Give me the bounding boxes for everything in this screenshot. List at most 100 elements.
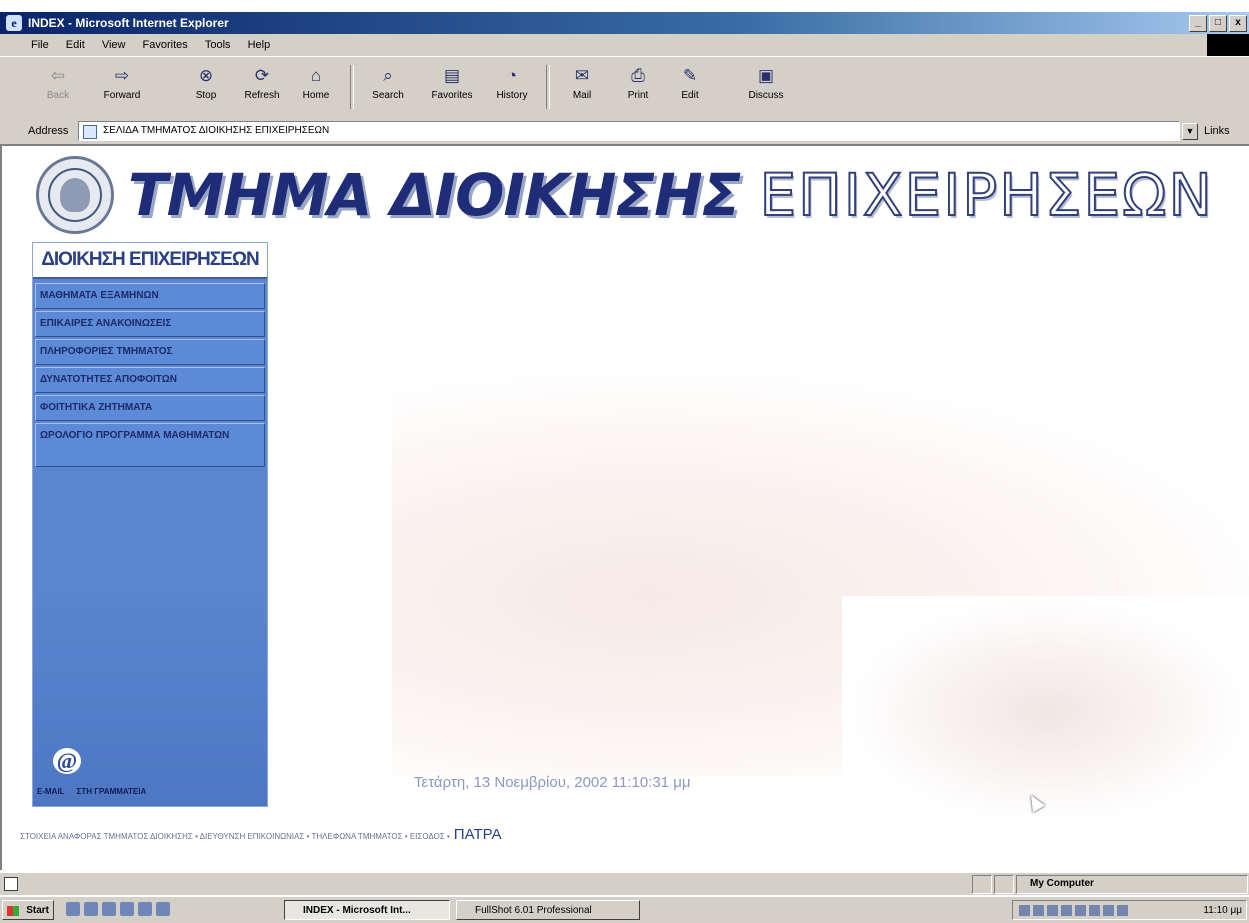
sidebar-item-courses[interactable]: ΜΑΘΗΜΑΤΑ ΕΞΑΜΗΝΩΝ [35,283,265,309]
status-bar: My Computer [0,872,1249,895]
back-label: Back [46,90,70,101]
sidebar-item-graduates[interactable]: ΔΥΝΑΤΟΤΗΤΕΣ ΑΠΟΦΟΙΤΩΝ [35,367,265,393]
minimize-button[interactable]: _ [1189,15,1207,32]
refresh-icon: ⟳ [254,66,270,85]
status-panel [994,875,1014,894]
favorites-button[interactable]: ▤ Favorites [426,63,478,113]
mail-icon: ✉ [574,66,590,85]
windows-flag-icon [7,906,19,916]
menu-view[interactable]: View [95,34,133,56]
sidebar-item-announcements[interactable]: ΕΠΙΚΑΙΡΕΣ ΑΝΑΚΟΙΝΩΣΕΙΣ [35,311,265,337]
history-button[interactable]: ◔ History [486,63,538,113]
quick-launch-icon[interactable] [84,902,98,916]
menu-tools[interactable]: Tools [198,34,238,56]
close-button[interactable]: x [1229,15,1247,32]
edit-button[interactable]: ✎ Edit [664,63,716,113]
refresh-button[interactable]: ⟳ Refresh [236,63,288,113]
links-button[interactable]: Links [1204,118,1230,144]
toolbar: ⇦ Back ⇨ Forward ⊗ Stop ⟳ Refresh ⌂ Home… [0,56,1249,120]
forward-button[interactable]: ⇨ Forward [96,63,148,113]
footer-city: ΠΑΤΡΑ [453,826,502,843]
page-status-icon [4,877,18,891]
university-seal-logo [36,156,114,234]
print-label: Print [627,90,649,101]
status-panel [972,875,992,894]
stop-icon: ⊗ [198,66,214,85]
mail-label: Mail [572,90,592,101]
back-button[interactable]: ⇦ Back [32,63,84,113]
zone-text: My Computer [1030,878,1094,889]
address-input[interactable]: ΣΕΛΙΔΑ ΤΜΗΜΑΤΟΣ ΔΙΟΙΚΗΣΗΣ ΕΠΙΧΕΙΡΗΣΕΩΝ [78,121,1180,141]
home-label: Home [302,90,330,101]
start-button[interactable]: Start [2,900,54,920]
quick-launch-icon[interactable] [66,902,80,916]
discuss-button[interactable]: ▣ Discuss [740,63,792,113]
toolbar-separator [350,65,354,109]
stop-label: Stop [195,90,217,101]
forward-label: Forward [103,90,141,101]
quick-launch-icon[interactable] [156,902,170,916]
tray-icon[interactable] [1103,905,1114,916]
quick-launch [66,902,170,916]
footer-links: ΣΤΟΙΧΕΙΑ ΑΝΑΦΟΡΑΣ ΤΜΗΜΑΤΟΣ ΔΙΟΙΚΗΣΗΣ • Δ… [20,826,502,843]
search-button[interactable]: ⌕ Search [362,63,414,113]
menu-file[interactable]: File [24,34,56,56]
edit-icon: ✎ [682,66,698,85]
background-watermark [842,596,1249,826]
email-label: E-MAIL [37,787,65,796]
email-link[interactable]: E-MAIL ΣΤΗ ΓΡΑΜΜΑΤΕΙΑ [37,787,158,796]
toolbar-separator [546,65,550,109]
mail-button[interactable]: ✉ Mail [556,63,608,113]
quick-launch-icon[interactable] [102,902,116,916]
tray-icon[interactable] [1019,905,1030,916]
tray-icon[interactable] [1061,905,1072,916]
menu-bar: File Edit View Favorites Tools Help [0,34,1249,56]
sidebar-item-timetable[interactable]: ΩΡΟΛΟΓΙΟ ΠΡΟΓΡΑΜΜΑ ΜΑΘΗΜΑΤΩΝ [35,423,265,467]
search-icon: ⌕ [383,66,393,85]
date-time: Τετάρτη, 13 Νοεμβρίου, 2002 11:10:31 μμ [414,774,691,791]
address-label: Address [28,125,69,137]
menu-favorites[interactable]: Favorites [136,34,195,56]
printer-icon: ⎙ [631,66,645,85]
window-titlebar: e INDEX - Microsoft Internet Explorer _ … [0,12,1249,34]
tray-icon[interactable] [1033,905,1044,916]
window-title: INDEX - Microsoft Internet Explorer [28,16,229,30]
home-icon: ⌂ [310,66,322,85]
sidebar-menu: ΜΑΘΗΜΑΤΑ ΕΞΑΜΗΝΩΝ ΕΠΙΚΑΙΡΕΣ ΑΝΑΚΟΙΝΩΣΕΙΣ… [35,283,265,469]
banner-title-outline: ΕΠΙΧΕΙΡΗΣΕΩΝ [758,160,1214,230]
search-label: Search [372,90,404,101]
page-icon [83,125,97,139]
discuss-icon: ▣ [757,66,775,85]
sidebar-item-department-info[interactable]: ΠΛΗΡΟΦΟΡΙΕΣ ΤΜΗΜΑΤΟΣ [35,339,265,365]
banner-title-bold: ΤΜΗΜΑ ΔΙΟΙΚΗΣΗΣ [128,161,741,229]
address-dropdown-button[interactable]: ▼ [1182,123,1198,140]
maximize-button[interactable]: □ [1209,15,1227,32]
edit-label: Edit [681,90,699,101]
tray-icon[interactable] [1089,905,1100,916]
menu-help[interactable]: Help [241,34,278,56]
department-banner: ΤΜΗΜΑ ΔΙΟΙΚΗΣΗΣ ΕΠΙΧΕΙΡΗΣΕΩΝ [128,158,1214,232]
history-icon: ◔ [506,66,518,85]
quick-launch-icon[interactable] [138,902,152,916]
discuss-label: Discuss [748,90,784,101]
menu-edit[interactable]: Edit [59,34,92,56]
taskbar: Start INDEX - Microsoft Int... FullShot … [0,896,1249,923]
taskbar-item-fullshot[interactable]: FullShot 6.01 Professional [456,900,640,920]
address-bar: Address ΣΕΛΙΔΑ ΤΜΗΜΑΤΟΣ ΔΙΟΙΚΗΣΗΣ ΕΠΙΧΕΙ… [0,118,1249,146]
footer-text[interactable]: ΣΤΟΙΧΕΙΑ ΑΝΑΦΟΡΑΣ ΤΜΗΜΑΤΟΣ ΔΙΟΙΚΗΣΗΣ • Δ… [20,832,450,841]
sidebar-item-student-issues[interactable]: ΦΟΙΤΗΤΙΚΑ ΖΗΤΗΜΑΤΑ [35,395,265,421]
quick-launch-icon[interactable] [120,902,134,916]
stop-button[interactable]: ⊗ Stop [180,63,232,113]
history-label: History [496,90,528,101]
email-icon[interactable]: @ [53,748,81,774]
arrow-right-icon: ⇨ [114,66,130,85]
sidebar-header: ΔΙΟΙΚΗΣΗ ΕΠΙΧΕΙΡΗΣΕΩΝ [33,243,267,279]
tray-icon[interactable] [1117,905,1128,916]
home-button[interactable]: ⌂ Home [290,63,342,113]
tray-icon[interactable] [1075,905,1086,916]
system-tray: 11:10 μμ [1012,900,1247,920]
print-button[interactable]: ⎙ Print [612,63,664,113]
taskbar-item-ie[interactable]: INDEX - Microsoft Int... [284,900,450,920]
tray-icon[interactable] [1047,905,1058,916]
page-content: ΤΜΗΜΑ ΔΙΟΙΚΗΣΗΣ ΕΠΙΧΕΙΡΗΣΕΩΝ ΔΙΟΙΚΗΣΗ ΕΠ… [0,146,1249,870]
